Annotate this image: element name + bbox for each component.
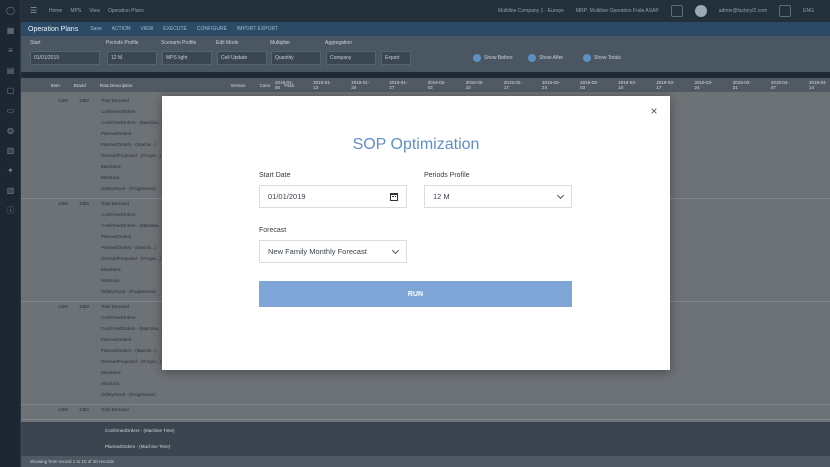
run-button[interactable]: RUN xyxy=(259,281,572,307)
chevron-down-icon xyxy=(391,246,400,254)
sop-optimization-dialog: × SOP Optimization Start Date 01/01/2019… xyxy=(162,96,670,370)
periods-profile-label: Periods Profile xyxy=(424,172,470,179)
start-date-value: 01/01/2019 xyxy=(268,192,306,201)
forecast-label: Forecast xyxy=(259,227,287,234)
forecast-value: New Family Monthly Forecast xyxy=(268,247,367,256)
start-date-field[interactable]: 01/01/2019 xyxy=(259,185,407,208)
periods-profile-select[interactable]: 12 M xyxy=(424,185,572,208)
calendar-icon[interactable] xyxy=(390,192,398,201)
dialog-title: SOP Optimization xyxy=(352,136,480,153)
chevron-down-icon xyxy=(556,191,565,199)
close-icon[interactable]: × xyxy=(648,105,660,117)
start-date-label: Start Date xyxy=(259,172,291,179)
forecast-select[interactable]: New Family Monthly Forecast xyxy=(259,240,407,263)
periods-profile-value: 12 M xyxy=(433,192,450,201)
